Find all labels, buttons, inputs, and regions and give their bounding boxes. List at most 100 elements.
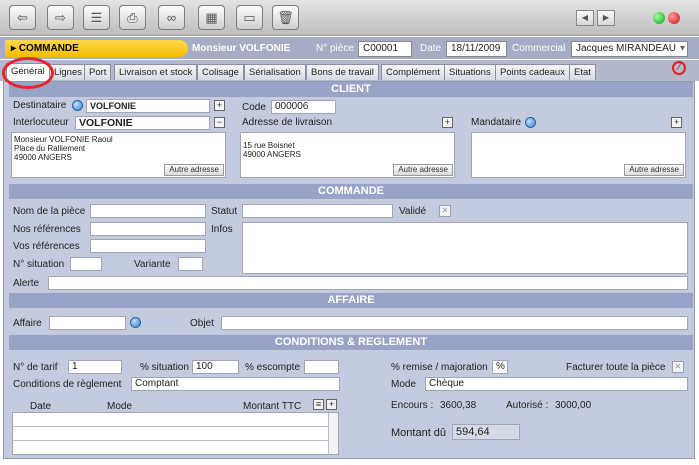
montant-du-field: 594,64 [452, 424, 520, 440]
table-row[interactable] [13, 426, 329, 427]
livraison-address-line-1: 15 rue Boisnet [243, 141, 295, 150]
alerte-label: Alerte [13, 278, 40, 289]
tab-port[interactable]: Port [84, 64, 112, 80]
destinataire-field[interactable]: VOLFONIE [86, 99, 210, 113]
statut-field[interactable] [242, 204, 393, 218]
document-type-label: COMMANDE [18, 43, 79, 54]
tarif-field[interactable]: 1 [68, 360, 122, 374]
remise-field[interactable]: % [492, 360, 508, 374]
tab-colisage[interactable]: Colisage [197, 64, 244, 80]
affaire-field[interactable] [49, 316, 126, 330]
nos-references-field[interactable] [90, 222, 206, 236]
highlight-circle [2, 57, 54, 89]
commercial-label: Commercial [512, 43, 566, 54]
vos-references-field[interactable] [90, 239, 206, 253]
escompte-field[interactable] [304, 360, 339, 374]
commercial-select[interactable]: Jacques MIRANDEAU ▾ [571, 41, 688, 57]
minus-icon[interactable]: − [214, 117, 225, 128]
statut-label: Statut [211, 206, 238, 217]
piece-number-field[interactable]: C00001 [358, 41, 412, 57]
binoculars-icon[interactable]: ∞ [158, 5, 185, 30]
tab-etat[interactable]: Etat [569, 64, 596, 80]
print-icon[interactable]: ⎙ [119, 5, 146, 30]
red-status-icon [668, 12, 680, 24]
cond-reglement-field[interactable]: Comptant [131, 377, 340, 391]
livraison-label: Adresse de livraison [242, 117, 333, 128]
calendar-icon[interactable]: ▦ [198, 5, 225, 30]
forward-icon[interactable]: ⇨ [47, 5, 74, 30]
add-icon[interactable]: + [326, 399, 337, 410]
add-icon[interactable]: + [442, 117, 453, 128]
section-conditions-title: CONDITIONS & REGLEMENT [9, 335, 693, 350]
infos-textarea[interactable] [242, 222, 688, 274]
date-field[interactable]: 18/11/2009 [446, 41, 507, 57]
back-icon[interactable]: ⇦ [9, 5, 36, 30]
list-icon[interactable]: ☰ [83, 5, 110, 30]
client-address-line-2: Place du Ralliement [14, 144, 86, 153]
variante-field[interactable] [178, 257, 203, 271]
trash-icon[interactable]: 🗑 [272, 5, 299, 30]
code-field[interactable]: 000006 [271, 100, 336, 114]
table-scrollbar[interactable] [328, 413, 338, 454]
tab-livraison[interactable]: Livraison et stock [114, 64, 198, 80]
previous-record-button[interactable]: ◀ [576, 10, 594, 26]
livraison-address-line-2: 49000 ANGERS [243, 150, 301, 159]
cond-reglement-label: Conditions de règlement [13, 379, 122, 390]
encours-label: Encours : [391, 400, 434, 411]
mode-label: Mode [391, 379, 417, 390]
piece-label: N° pièce [316, 43, 354, 54]
variante-label: Variante [134, 259, 171, 270]
tab-situations[interactable]: Situations [444, 64, 496, 80]
book-icon[interactable]: ▭ [236, 5, 263, 30]
infos-label: Infos [211, 224, 233, 235]
client-address-box: Monsieur VOLFONIE Raoul Place du Ralliem… [11, 132, 226, 178]
forbidden-icon[interactable]: ⁄ [672, 61, 686, 75]
tab-points-cadeaux[interactable]: Points cadeaux [495, 64, 570, 80]
destinataire-label: Destinataire [13, 100, 67, 111]
facturer-checkbox[interactable]: ✕ [672, 361, 684, 373]
alerte-field[interactable] [48, 276, 688, 290]
add-icon[interactable]: + [671, 117, 682, 128]
tab-lignes[interactable]: Lignes [49, 64, 87, 80]
situation-label: N° situation [13, 259, 65, 270]
valide-label: Validé [399, 206, 427, 217]
autre-adresse-button[interactable]: Autre adresse [164, 164, 224, 176]
mandataire-box: Autre adresse [471, 132, 686, 178]
facturer-label: Facturer toute la pièce [566, 362, 666, 373]
add-icon[interactable]: + [214, 100, 225, 111]
tab-complement[interactable]: Complément [381, 64, 445, 80]
search-icon[interactable] [130, 317, 141, 328]
objet-label: Objet [190, 318, 214, 329]
montant-du-label: Montant dû [391, 427, 447, 439]
section-client-title: CLIENT [9, 82, 693, 97]
nom-piece-field[interactable] [90, 204, 206, 218]
client-address-line-1: Monsieur VOLFONIE Raoul [14, 135, 113, 144]
vos-references-label: Vos références [13, 241, 80, 252]
situation-field[interactable] [70, 257, 102, 271]
date-label: Date [420, 43, 442, 54]
interlocuteur-label: Interlocuteur [13, 117, 69, 128]
autre-adresse-button[interactable]: Autre adresse [393, 164, 453, 176]
chevron-down-icon: ▾ [679, 43, 685, 54]
escompte-label: % escompte [245, 362, 301, 373]
list-icon[interactable]: ≡ [313, 399, 324, 410]
col-mode-header: Mode [107, 401, 133, 412]
valide-checkbox[interactable]: ✕ [439, 205, 451, 217]
interlocuteur-field[interactable]: VOLFONIE [75, 116, 210, 130]
mandataire-label: Mandataire [471, 117, 522, 128]
autre-adresse-button[interactable]: Autre adresse [624, 164, 684, 176]
tab-serialisation[interactable]: Sérialisation [244, 64, 306, 80]
autorise-value: 3000,00 [555, 400, 592, 411]
pct-situation-field[interactable]: 100 [192, 360, 239, 374]
search-icon[interactable] [72, 100, 83, 111]
commercial-value: Jacques MIRANDEAU [576, 43, 677, 54]
objet-field[interactable] [221, 316, 688, 330]
mode-field[interactable]: Chèque [425, 377, 688, 391]
tarif-label: N° de tarif [13, 362, 58, 373]
tab-bons-de-travail[interactable]: Bons de travail [306, 64, 379, 80]
next-record-button[interactable]: ▶ [597, 10, 615, 26]
search-icon[interactable] [525, 117, 536, 128]
table-row[interactable] [13, 440, 329, 441]
affaire-label: Affaire [13, 318, 42, 329]
pct-situation-label: % situation [140, 362, 189, 373]
